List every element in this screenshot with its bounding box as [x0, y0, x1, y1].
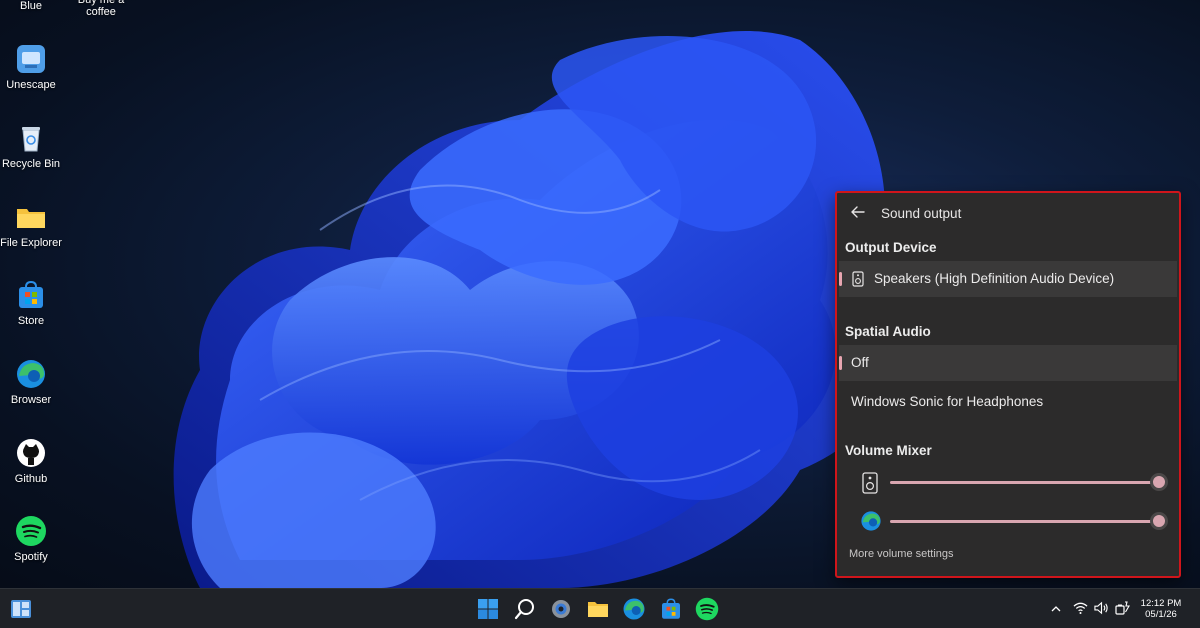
desktop-icon-recycle-bin[interactable]: Recycle Bin — [0, 122, 62, 170]
recycle-bin-icon — [22, 127, 40, 152]
volume-icon[interactable] — [1094, 601, 1109, 615]
edge-browser-icon — [861, 511, 881, 531]
desktop: Blue Buy me a coffee Unescape Recycle Bi… — [0, 0, 1200, 588]
more-volume-settings-link[interactable]: More volume settings — [849, 548, 954, 560]
output-device-heading: Output Device — [845, 240, 937, 255]
store-icon — [19, 280, 43, 308]
volume-mixer-heading: Volume Mixer — [845, 443, 932, 458]
unescape-app-icon — [17, 45, 45, 73]
edge-browser-icon[interactable] — [622, 597, 646, 621]
settings-icon[interactable] — [549, 597, 573, 621]
chevron-up-icon[interactable] — [1051, 604, 1061, 614]
battery-icon[interactable] — [1114, 600, 1130, 616]
github-icon — [17, 439, 45, 467]
volume-slider-speakers[interactable] — [890, 473, 1168, 491]
selected-indicator — [839, 356, 842, 370]
edge-browser-icon — [17, 360, 45, 388]
spotify-icon[interactable] — [695, 597, 719, 621]
back-arrow-icon[interactable] — [849, 203, 867, 221]
desktop-icon-spotify[interactable]: Spotify — [0, 515, 62, 563]
desktop-icon-browser[interactable]: Browser — [0, 358, 62, 406]
search-icon[interactable] — [513, 597, 537, 621]
desktop-icon-label: Recycle Bin — [1, 158, 61, 170]
store-icon[interactable] — [659, 597, 683, 621]
spotify-icon — [16, 516, 46, 546]
file-explorer-icon[interactable] — [586, 597, 610, 621]
desktop-icon-github[interactable]: Github — [0, 437, 62, 485]
volume-slider-browser[interactable] — [890, 512, 1168, 530]
folder-icon — [17, 209, 45, 228]
spatial-audio-option-off[interactable]: Off — [839, 345, 1177, 381]
wifi-icon[interactable] — [1073, 601, 1088, 615]
speaker-icon — [852, 271, 864, 287]
taskbar: 12:12 PM 05/1/26 — [0, 588, 1200, 628]
volume-slider-thumb[interactable] — [1150, 473, 1168, 491]
desktop-icon-file-explorer[interactable]: File Explorer — [0, 201, 62, 249]
desktop-icon-label: Spotify — [14, 551, 48, 563]
spatial-audio-option-label: Windows Sonic for Headphones — [851, 394, 1044, 409]
sound-output-panel: Sound output Output Device Speakers (Hig… — [835, 191, 1181, 578]
desktop-icon-label: Blue — [19, 0, 43, 12]
desktop-icon-label: File Explorer — [0, 237, 62, 249]
spatial-audio-option-windows-sonic[interactable]: Windows Sonic for Headphones — [839, 384, 1177, 420]
volume-slider-track — [890, 520, 1159, 523]
selected-indicator — [839, 272, 842, 286]
desktop-icon-blue[interactable]: Blue — [0, 0, 62, 12]
output-device-label: Speakers (High Definition Audio Device) — [874, 271, 1115, 286]
spatial-audio-heading: Spatial Audio — [845, 324, 931, 339]
start-icon[interactable] — [476, 597, 500, 621]
desktop-icon-label: Github — [14, 473, 48, 485]
volume-slider-track — [890, 481, 1159, 484]
desktop-icon-store[interactable]: Store — [0, 279, 62, 327]
panel-title: Sound output — [881, 206, 962, 221]
desktop-icon-coffee[interactable]: Buy me a coffee — [70, 0, 132, 18]
desktop-icon-label: Buy me a coffee — [77, 0, 125, 18]
spatial-audio-option-label: Off — [851, 355, 869, 370]
desktop-icon-label: Store — [17, 315, 45, 327]
clock-time: 12:12 PM — [1140, 598, 1182, 609]
widgets-icon[interactable] — [9, 597, 33, 621]
output-device-speakers[interactable]: Speakers (High Definition Audio Device) — [839, 261, 1177, 297]
taskbar-clock[interactable]: 12:12 PM 05/1/26 — [1139, 598, 1183, 620]
clock-date: 05/1/26 — [1145, 609, 1177, 620]
volume-slider-thumb[interactable] — [1150, 512, 1168, 530]
desktop-icon-label: Unescape — [6, 79, 56, 91]
desktop-icon-unescape[interactable]: Unescape — [0, 43, 62, 91]
desktop-icon-label: Browser — [10, 394, 52, 406]
speaker-icon — [862, 472, 878, 494]
